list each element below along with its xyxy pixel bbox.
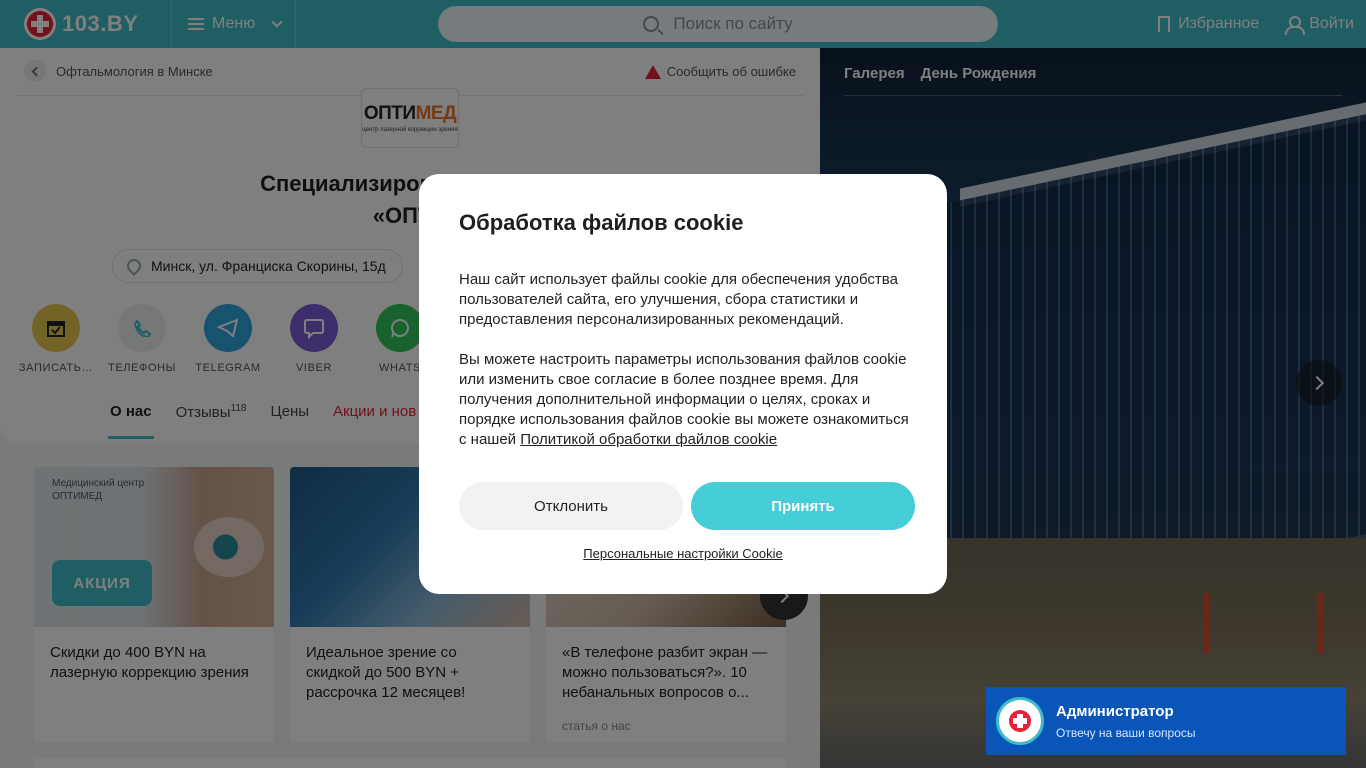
- admin-subtitle: Отвечу на ваши вопросы: [1056, 725, 1196, 740]
- admin-avatar: [996, 697, 1044, 745]
- admin-name: Администратор: [1056, 702, 1174, 720]
- cookie-settings-link[interactable]: Персональные настройки Cookie: [419, 546, 947, 561]
- medical-cross-icon: [1009, 710, 1031, 732]
- cookie-paragraph-2: Вы можете настроить параметры использова…: [459, 350, 919, 450]
- accept-button[interactable]: Принять: [691, 482, 915, 530]
- cookie-paragraph-1: Наш сайт использует файлы cookie для обе…: [459, 271, 898, 328]
- cookie-modal: Обработка файлов cookie Наш сайт использ…: [419, 174, 947, 594]
- cookie-modal-title: Обработка файлов cookie: [459, 210, 744, 235]
- decline-button[interactable]: Отклонить: [459, 482, 683, 530]
- cookie-policy-link[interactable]: Политикой обработки файлов cookie: [520, 431, 777, 448]
- admin-chat-widget[interactable]: Администратор Отвечу на ваши вопросы: [986, 687, 1346, 755]
